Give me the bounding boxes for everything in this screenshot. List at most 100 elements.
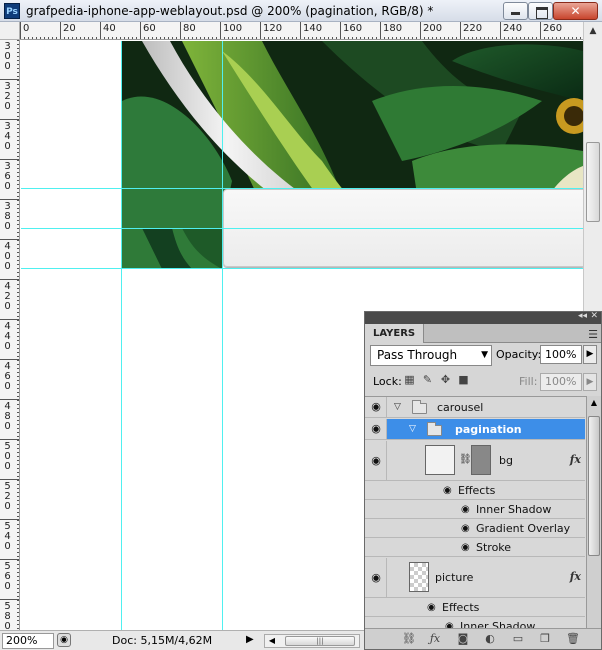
minimize-button[interactable] bbox=[503, 2, 528, 20]
status-menu-arrow-icon[interactable]: ▶ bbox=[246, 634, 254, 645]
lock-move-icon[interactable]: ✥ bbox=[439, 373, 452, 386]
visibility-eye-icon[interactable]: ◉ bbox=[461, 542, 470, 553]
opacity-slider-button[interactable]: ▶ bbox=[583, 345, 597, 364]
panel-menu-icon[interactable]: ☰ bbox=[588, 328, 598, 341]
ruler-label: 0 bbox=[23, 23, 30, 34]
tab-layers[interactable]: LAYERS bbox=[365, 324, 425, 343]
ruler-label: 440 bbox=[4, 321, 11, 352]
scroll-thumb[interactable] bbox=[586, 142, 600, 222]
fill-label: Fill: bbox=[519, 375, 538, 388]
layer-row-pagination[interactable]: ◉ ▽ pagination bbox=[365, 419, 585, 440]
collapse-icon[interactable]: ◂◂ bbox=[578, 311, 587, 321]
visibility-eye-icon[interactable]: ◉ bbox=[369, 454, 383, 468]
ruler-label: 140 bbox=[303, 23, 323, 34]
chevron-down-icon: ▼ bbox=[481, 350, 488, 360]
status-info-icon[interactable]: ◉ bbox=[57, 633, 71, 647]
effect-row[interactable]: ◉ Stroke bbox=[365, 539, 585, 557]
ruler-label: 160 bbox=[343, 23, 363, 34]
effect-name: Inner Shadow bbox=[460, 620, 536, 628]
expand-triangle-icon[interactable]: ▽ bbox=[409, 424, 416, 434]
effect-row[interactable]: ◉ Inner Shadow bbox=[365, 618, 585, 628]
blend-mode-value: Pass Through bbox=[377, 348, 458, 362]
scroll-left-icon[interactable]: ◀ bbox=[265, 635, 279, 647]
scroll-up-icon[interactable]: ▲ bbox=[585, 23, 601, 39]
effects-row[interactable]: ◉ Effects bbox=[365, 599, 585, 617]
visibility-eye-icon[interactable]: ◉ bbox=[427, 602, 436, 613]
title-bar: Ps grafpedia-iphone-app-weblayout.psd @ … bbox=[0, 0, 602, 22]
fill-field[interactable]: 100% bbox=[540, 373, 582, 391]
lock-label: Lock: bbox=[373, 375, 402, 388]
ruler-label: 320 bbox=[4, 81, 11, 112]
visibility-eye-icon[interactable]: ◉ bbox=[369, 422, 383, 436]
adjustment-layer-icon[interactable]: ◐ bbox=[482, 632, 498, 646]
scroll-up-icon[interactable]: ▲ bbox=[587, 396, 601, 410]
ruler-label: 120 bbox=[263, 23, 283, 34]
horizontal-scrollbar[interactable]: ◀ ||| bbox=[264, 634, 360, 648]
visibility-eye-icon[interactable]: ◉ bbox=[369, 571, 383, 585]
panel-header[interactable]: ◂◂ ✕ bbox=[365, 311, 601, 324]
layer-name: carousel bbox=[437, 401, 484, 414]
new-layer-icon[interactable]: ❐ bbox=[537, 632, 553, 646]
layer-row-picture[interactable]: ◉ picture fx bbox=[365, 558, 585, 598]
vertical-ruler[interactable]: 300 320 340 360 380 400 420 440 460 480 … bbox=[0, 40, 20, 630]
ruler-label: 40 bbox=[103, 23, 116, 34]
effect-row[interactable]: ◉ Gradient Overlay bbox=[365, 520, 585, 538]
guide-line[interactable] bbox=[222, 41, 223, 630]
scroll-thumb[interactable] bbox=[588, 416, 600, 556]
opacity-field[interactable]: 100% bbox=[540, 345, 582, 364]
guide-line[interactable] bbox=[21, 228, 583, 229]
close-button[interactable] bbox=[553, 2, 598, 20]
document-size-info: Doc: 5,15M/4,62M bbox=[112, 634, 213, 647]
visibility-eye-icon[interactable]: ◉ bbox=[443, 485, 452, 496]
close-icon[interactable]: ✕ bbox=[590, 311, 598, 321]
add-mask-icon[interactable]: ◙ bbox=[455, 632, 471, 646]
ruler-label: 20 bbox=[63, 23, 76, 34]
maximize-button[interactable] bbox=[528, 2, 553, 20]
effects-label: Effects bbox=[458, 484, 496, 497]
new-group-icon[interactable]: ▭ bbox=[510, 632, 526, 646]
layer-row-carousel[interactable]: ◉ ▽ carousel bbox=[365, 397, 585, 418]
fx-icon[interactable]: fx bbox=[570, 453, 581, 466]
ruler-label: 80 bbox=[183, 23, 196, 34]
layer-row-bg[interactable]: ◉ ⛓ bg fx bbox=[365, 441, 585, 481]
link-icon[interactable]: ⛓ bbox=[459, 454, 472, 465]
delete-layer-icon[interactable]: 🗑 bbox=[565, 632, 581, 646]
ruler-label: 540 bbox=[4, 521, 11, 552]
guide-line[interactable] bbox=[121, 41, 122, 630]
add-style-icon[interactable]: ƒx bbox=[427, 632, 443, 646]
ruler-label: 300 bbox=[4, 41, 11, 72]
document-title: grafpedia-iphone-app-weblayout.psd @ 200… bbox=[26, 4, 434, 18]
blend-mode-select[interactable]: Pass Through ▼ bbox=[370, 345, 492, 366]
visibility-eye-icon[interactable]: ◉ bbox=[461, 504, 470, 515]
ruler-label: 480 bbox=[4, 401, 11, 432]
folder-icon bbox=[412, 400, 427, 414]
fx-icon[interactable]: fx bbox=[570, 570, 581, 583]
visibility-eye-icon[interactable]: ◉ bbox=[369, 400, 383, 414]
lock-paint-icon[interactable]: ✎ bbox=[421, 373, 434, 386]
ruler-label: 500 bbox=[4, 441, 11, 472]
panel-tabs: LAYERS ☰ bbox=[365, 324, 601, 343]
lock-transparency-icon[interactable]: ▦ bbox=[403, 373, 416, 386]
effects-row[interactable]: ◉ Effects bbox=[365, 482, 585, 500]
ruler-origin[interactable] bbox=[0, 22, 20, 40]
layers-scrollbar[interactable]: ▲ bbox=[586, 396, 601, 628]
effect-row[interactable]: ◉ Inner Shadow bbox=[365, 501, 585, 519]
guide-line[interactable] bbox=[21, 268, 583, 269]
ruler-label: 260 bbox=[543, 23, 563, 34]
horizontal-ruler[interactable]: 0 20 40 60 80 100 120 140 160 180 200 22… bbox=[20, 22, 583, 40]
visibility-eye-icon[interactable]: ◉ bbox=[445, 621, 454, 628]
visibility-eye-icon[interactable]: ◉ bbox=[461, 523, 470, 534]
fill-slider-button[interactable]: ▶ bbox=[583, 373, 597, 391]
lock-all-icon[interactable]: ■ bbox=[457, 373, 470, 386]
expand-triangle-icon[interactable]: ▽ bbox=[394, 402, 401, 412]
zoom-field[interactable]: 200% bbox=[2, 633, 54, 649]
scroll-thumb[interactable]: ||| bbox=[285, 636, 355, 646]
layers-panel: ◂◂ ✕ LAYERS ☰ Pass Through ▼ Opacity: 10… bbox=[364, 311, 602, 650]
ruler-label: 340 bbox=[4, 121, 11, 152]
link-layers-icon[interactable]: ⛓ bbox=[401, 632, 417, 646]
ruler-label: 60 bbox=[143, 23, 156, 34]
layer-name: bg bbox=[499, 454, 513, 467]
carousel-artwork-edge bbox=[122, 228, 222, 269]
guide-line[interactable] bbox=[21, 188, 583, 189]
layer-thumbnail bbox=[409, 562, 429, 592]
